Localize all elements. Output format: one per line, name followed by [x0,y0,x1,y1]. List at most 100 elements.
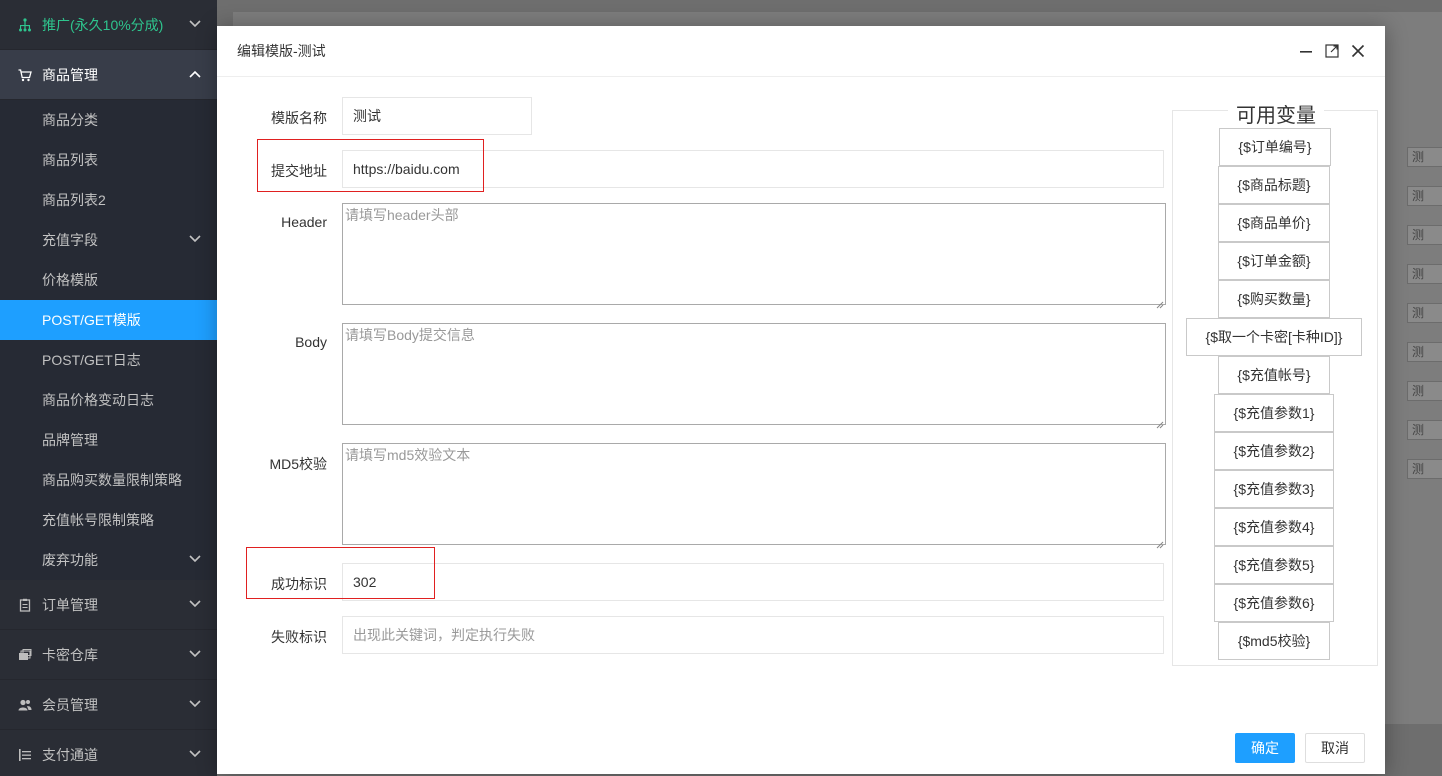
variable-button[interactable]: {$充值参数2} [1214,432,1334,470]
variable-button[interactable]: {$取一个卡密[卡种ID]} [1186,318,1362,356]
resize-grip-icon[interactable] [1156,535,1164,549]
sidebar-group-payment[interactable]: 支付通道 [0,730,217,776]
variable-button[interactable]: {$购买数量} [1218,280,1330,318]
resize-grip-icon[interactable] [1156,415,1164,429]
sidebar-item-account-limit[interactable]: 充值帐号限制策略 [0,500,217,540]
row-test-button[interactable]: 测 [1407,459,1442,479]
header-textarea[interactable]: 请填写header头部 [342,203,1166,309]
md5-label: MD5校验 [269,456,327,472]
md5-textarea[interactable]: 请填写md5效验文本 [342,443,1166,549]
variable-button[interactable]: {$充值参数5} [1214,546,1334,584]
row-test-button[interactable]: 测 [1407,420,1442,440]
chevron-up-icon [189,70,201,80]
minimize-icon[interactable] [1299,44,1313,58]
fail-flag-input[interactable]: 出现此关键词，判定执行失败 [342,616,1164,654]
list-icon [18,748,32,762]
template-name-label: 模版名称 [271,110,327,126]
sidebar-item-purchase-limit[interactable]: 商品购买数量限制策略 [0,460,217,500]
chevron-down-icon [189,649,201,660]
row-test-button[interactable]: 测 [1407,186,1442,206]
chevron-down-icon [189,19,201,30]
sidebar-item-recharge-fields[interactable]: 充值字段 [0,220,217,260]
chevron-down-icon [189,599,201,610]
sidebar-group-card-store[interactable]: 卡密仓库 [0,630,217,680]
variable-button[interactable]: {$订单金额} [1218,242,1330,280]
variable-button[interactable]: {$充值参数6} [1214,584,1334,622]
row-test-button[interactable]: 测 [1407,381,1442,401]
chevron-down-icon [189,749,201,760]
row-test-button[interactable]: 测 [1407,342,1442,362]
modal-title: 编辑模版-测试 [237,43,326,59]
variables-title: 可用变量 [1173,99,1379,128]
sidebar-group-label: 商品管理 [42,66,98,83]
button-label: 测 [1412,189,1425,203]
success-flag-input[interactable]: 302 [342,563,1164,601]
maximize-icon[interactable] [1325,44,1339,58]
body-label: Body [295,334,327,350]
sidebar-group-product-mgmt[interactable]: 商品管理 [0,50,217,100]
sidebar-item-label: 商品价格变动日志 [42,392,154,408]
sidebar-item-post-get-template[interactable]: POST/GET模版 [0,300,217,340]
variable-button[interactable]: {$订单编号} [1219,128,1331,166]
highlight-box [257,139,484,192]
sidebar-group-promo[interactable]: 推广(永久10%分成) [0,0,217,50]
button-label: 测 [1412,306,1425,320]
header-label: Header [281,214,327,230]
sidebar-item-label: 废弃功能 [42,552,98,568]
row-test-button[interactable]: 测 [1407,303,1442,323]
sidebar-item-label: POST/GET模版 [42,312,141,328]
sidebar-item-label: 品牌管理 [42,432,98,448]
variable-button[interactable]: {$md5校验} [1218,622,1330,660]
variables-panel: 可用变量 {$订单编号} {$商品标题} {$商品单价} {$订单金额} {$购… [1172,105,1378,666]
row-test-button[interactable]: 测 [1407,225,1442,245]
row-test-button[interactable]: 测 [1407,264,1442,284]
sidebar-item-label: 充值字段 [42,232,98,248]
sidebar-item-deprecated[interactable]: 废弃功能 [0,540,217,580]
button-label: 测 [1412,345,1425,359]
sidebar-item-label: POST/GET日志 [42,352,141,368]
highlight-box [246,547,435,599]
sidebar-item-price-change-log[interactable]: 商品价格变动日志 [0,380,217,420]
sidebar-item-label: 商品分类 [42,112,98,128]
variables-title-text: 可用变量 [1228,105,1324,127]
button-label: 测 [1412,150,1425,164]
button-label: 测 [1412,228,1425,242]
sidebar-item-label: 商品列表 [42,152,98,168]
resize-grip-icon[interactable] [1156,295,1164,309]
sidebar-item-price-template[interactable]: 价格模版 [0,260,217,300]
sidebar-item-product-list[interactable]: 商品列表 [0,140,217,180]
sidebar-item-category[interactable]: 商品分类 [0,100,217,140]
sidebar-group-label: 订单管理 [42,596,98,613]
confirm-button[interactable]: 确定 [1235,733,1295,763]
variable-button[interactable]: {$充值参数4} [1214,508,1334,546]
sidebar-item-label: 商品购买数量限制策略 [42,472,182,488]
row-test-button[interactable]: 测 [1407,147,1442,167]
sidebar-item-product-list-2[interactable]: 商品列表2 [0,180,217,220]
cancel-button[interactable]: 取消 [1305,733,1365,763]
close-icon[interactable] [1351,44,1365,58]
sidebar-group-label: 推广(永久10%分成) [42,16,164,33]
sidebar-group-order-mgmt[interactable]: 订单管理 [0,580,217,630]
button-label: 测 [1412,384,1425,398]
chevron-down-icon [189,235,201,245]
sidebar-item-brand-mgmt[interactable]: 品牌管理 [0,420,217,460]
variable-button[interactable]: {$充值参数3} [1214,470,1334,508]
template-name-input[interactable]: 测试 [342,97,532,135]
variable-button[interactable]: {$商品单价} [1218,204,1330,242]
chevron-down-icon [189,555,201,565]
sidebar-group-label: 支付通道 [42,746,98,763]
button-label: 测 [1412,423,1425,437]
variable-button[interactable]: {$商品标题} [1218,166,1330,204]
sidebar-item-label: 充值帐号限制策略 [42,512,154,528]
sidebar-group-label: 卡密仓库 [42,646,98,663]
cards-icon [18,648,32,662]
sidebar-group-label: 会员管理 [42,696,98,713]
sidebar-group-member-mgmt[interactable]: 会员管理 [0,680,217,730]
sidebar-submenu: 商品分类 商品列表 商品列表2 充值字段 价格模版 POST/GET模版 POS… [0,100,217,580]
sitemap-icon [18,17,32,32]
variable-button[interactable]: {$充值参数1} [1214,394,1334,432]
sidebar-item-post-get-log[interactable]: POST/GET日志 [0,340,217,380]
variable-button[interactable]: {$充值帐号} [1218,356,1330,394]
body-textarea[interactable]: 请填写Body提交信息 [342,323,1166,429]
fail-flag-label: 失败标识 [271,629,327,645]
